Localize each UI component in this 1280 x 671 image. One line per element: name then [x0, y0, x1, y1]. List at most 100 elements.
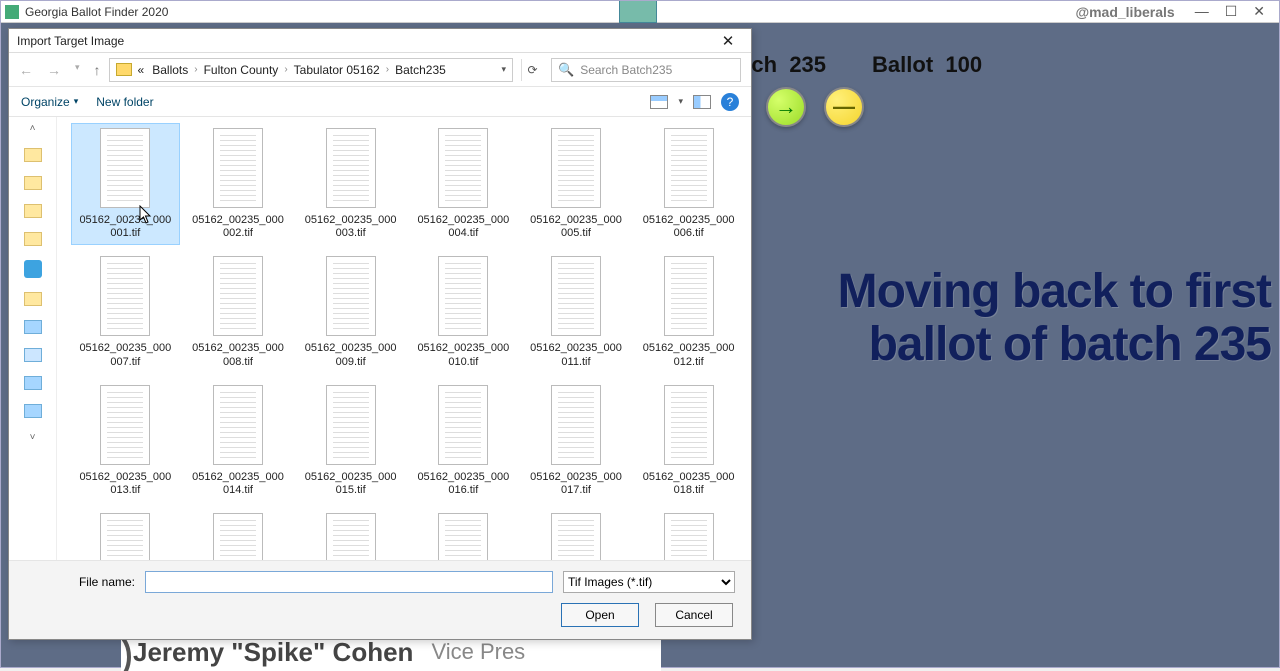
view-mode-dropdown[interactable]: ▾: [678, 96, 683, 107]
organize-menu[interactable]: Organize ▾: [21, 95, 78, 109]
file-item[interactable]: 05162_00235_000 006.tif: [634, 123, 743, 245]
folder-icon: [116, 63, 132, 76]
file-item[interactable]: 05162_00235_000 024.tif: [634, 508, 743, 560]
file-item[interactable]: 05162_00235_000 020.tif: [184, 508, 293, 560]
collapse-icon[interactable]: ˄: [30, 123, 36, 134]
breadcrumb[interactable]: « Ballots › Fulton County › Tabulator 05…: [109, 58, 513, 82]
file-item[interactable]: 05162_00235_000 007.tif: [71, 251, 180, 373]
file-name: 05162_00235_000 007.tif: [79, 342, 171, 368]
view-options: ▾ ?: [650, 93, 739, 111]
preview-pane-button[interactable]: [693, 95, 711, 109]
file-name: 05162_00235_000 015.tif: [305, 471, 397, 497]
file-thumbnail: [438, 385, 488, 465]
app-icon: [5, 5, 19, 19]
quick-access-icon[interactable]: [24, 148, 42, 162]
view-mode-button[interactable]: [650, 95, 668, 109]
up-button[interactable]: ↑: [94, 62, 101, 78]
overlay-line1: Moving back to first: [681, 266, 1271, 319]
candidate-role: Vice Pres: [431, 639, 525, 665]
file-name: 05162_00235_000 006.tif: [643, 214, 735, 240]
folder-icon[interactable]: [24, 176, 42, 190]
file-name: 05162_00235_000 016.tif: [417, 471, 509, 497]
file-item[interactable]: 05162_00235_000 005.tif: [522, 123, 631, 245]
file-thumbnail: [100, 256, 150, 336]
file-item[interactable]: 05162_00235_000 015.tif: [296, 380, 405, 502]
crumb-county[interactable]: Fulton County: [202, 63, 281, 77]
candidate-name: Jeremy "Spike" Cohen: [133, 637, 413, 668]
new-folder-button[interactable]: New folder: [96, 95, 153, 109]
dialog-close-button[interactable]: ✕: [713, 32, 743, 50]
file-item[interactable]: 05162_00235_000 013.tif: [71, 380, 180, 502]
file-thumbnail: [213, 256, 263, 336]
file-item[interactable]: 05162_00235_000 022.tif: [409, 508, 518, 560]
file-thumbnail: [438, 256, 488, 336]
folder-icon[interactable]: [24, 232, 42, 246]
file-name: 05162_00235_000 014.tif: [192, 471, 284, 497]
crumb-prefix[interactable]: «: [136, 63, 147, 77]
file-item[interactable]: 05162_00235_000 014.tif: [184, 380, 293, 502]
file-item[interactable]: 05162_00235_000 002.tif: [184, 123, 293, 245]
folder-icon[interactable]: [24, 292, 42, 306]
folder-icon[interactable]: [24, 204, 42, 218]
back-button[interactable]: ←: [19, 62, 33, 78]
this-pc-icon[interactable]: [24, 320, 42, 334]
file-thumbnail: [213, 385, 263, 465]
drive-icon[interactable]: [24, 376, 42, 390]
crumb-tabulator[interactable]: Tabulator 05162: [292, 63, 382, 77]
file-thumbnail: [100, 385, 150, 465]
expand-icon[interactable]: ˅: [30, 432, 36, 443]
file-thumbnail: [664, 385, 714, 465]
file-thumbnail: [100, 513, 150, 560]
recent-dropdown[interactable]: ▾: [75, 62, 80, 78]
drive-icon[interactable]: [24, 404, 42, 418]
file-item[interactable]: 05162_00235_000 001.tif: [71, 123, 180, 245]
file-item[interactable]: 05162_00235_000 023.tif: [522, 508, 631, 560]
file-item[interactable]: 05162_00235_000 010.tif: [409, 251, 518, 373]
import-dialog: Import Target Image ✕ ← → ▾ ↑ « Ballots …: [8, 28, 752, 640]
onedrive-icon[interactable]: [24, 260, 42, 278]
chevron-right-icon: ›: [284, 64, 287, 75]
maximize-button[interactable]: ☐: [1225, 3, 1238, 20]
next-button[interactable]: →: [766, 87, 806, 127]
remove-button[interactable]: —: [824, 87, 864, 127]
dialog-nav-row: ← → ▾ ↑ « Ballots › Fulton County › Tabu…: [9, 53, 751, 87]
close-button[interactable]: ✕: [1253, 3, 1265, 20]
overlay-line2: ballot of batch 235: [681, 319, 1271, 372]
file-item[interactable]: 05162_00235_000 004.tif: [409, 123, 518, 245]
search-box[interactable]: 🔍 Search Batch235: [551, 58, 741, 82]
file-item[interactable]: 05162_00235_000 016.tif: [409, 380, 518, 502]
filename-label: File name:: [25, 575, 135, 589]
file-thumbnail: [213, 128, 263, 208]
file-item[interactable]: 05162_00235_000 018.tif: [634, 380, 743, 502]
help-icon[interactable]: ?: [721, 93, 739, 111]
file-item[interactable]: 05162_00235_000 021.tif: [296, 508, 405, 560]
crumb-batch[interactable]: Batch235: [393, 63, 448, 77]
open-button[interactable]: Open: [561, 603, 639, 627]
file-name: 05162_00235_000 010.tif: [417, 342, 509, 368]
dialog-titlebar: Import Target Image ✕: [9, 29, 751, 53]
refresh-button[interactable]: ⟳: [521, 59, 543, 81]
forward-button[interactable]: →: [47, 62, 61, 78]
file-item[interactable]: 05162_00235_000 017.tif: [522, 380, 631, 502]
file-thumbnail: [664, 513, 714, 560]
filename-input[interactable]: [145, 571, 553, 593]
file-item[interactable]: 05162_00235_000 011.tif: [522, 251, 631, 373]
file-name: 05162_00235_000 018.tif: [643, 471, 735, 497]
monitor-icon[interactable]: [24, 348, 42, 362]
file-item[interactable]: 05162_00235_000 009.tif: [296, 251, 405, 373]
app-title: Georgia Ballot Finder 2020: [25, 5, 1075, 19]
file-item[interactable]: 05162_00235_000 019.tif: [71, 508, 180, 560]
chevron-right-icon: ›: [386, 64, 389, 75]
file-thumbnail: [438, 513, 488, 560]
file-grid[interactable]: 05162_00235_000 001.tif05162_00235_000 0…: [57, 117, 751, 560]
minimize-button[interactable]: —: [1195, 3, 1209, 20]
filetype-select[interactable]: Tif Images (*.tif): [563, 571, 735, 593]
file-thumbnail: [551, 513, 601, 560]
cancel-button[interactable]: Cancel: [655, 603, 733, 627]
file-thumbnail: [664, 256, 714, 336]
file-item[interactable]: 05162_00235_000 008.tif: [184, 251, 293, 373]
crumb-ballots[interactable]: Ballots: [150, 63, 190, 77]
breadcrumb-dropdown[interactable]: ▾: [501, 64, 506, 75]
file-item[interactable]: 05162_00235_000 003.tif: [296, 123, 405, 245]
file-item[interactable]: 05162_00235_000 012.tif: [634, 251, 743, 373]
